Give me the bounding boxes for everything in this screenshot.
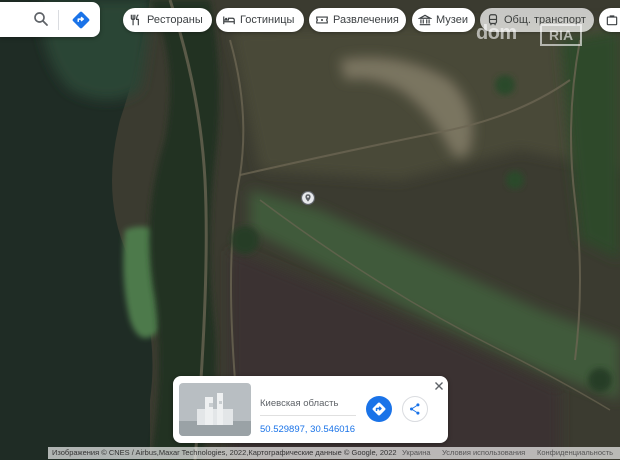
map-pin-icon[interactable]: [300, 190, 316, 206]
chip-museums[interactable]: Музеи: [412, 8, 475, 32]
watermark-ria: RIA: [540, 24, 582, 46]
restaurant-icon: [130, 14, 139, 26]
museum-icon: [418, 14, 432, 26]
chip-label: Музеи: [436, 14, 468, 26]
place-card: Киевская область 50.529897, 30.546016: [173, 376, 448, 443]
country-link[interactable]: Украина: [402, 448, 431, 457]
chip-restaurants[interactable]: Рестораны: [123, 8, 212, 32]
chip-entertainment[interactable]: Развлечения: [309, 8, 406, 32]
imagery-credit: Изображения © CNES / Airbus,Maxar Techno…: [52, 448, 397, 457]
share-button[interactable]: [402, 396, 428, 422]
attribution-bar: Изображения © CNES / Airbus,Maxar Techno…: [0, 446, 620, 460]
directions-button[interactable]: [366, 396, 392, 422]
ticket-icon: [316, 16, 328, 24]
close-icon[interactable]: [433, 380, 445, 392]
directions-icon: [372, 402, 386, 416]
place-coordinates[interactable]: 50.529897, 30.546016: [260, 424, 355, 435]
place-region: Киевская область: [260, 398, 339, 409]
place-thumbnail[interactable]: [179, 383, 251, 436]
watermark-logo: dom RIA: [476, 20, 586, 50]
card-divider: [260, 415, 356, 416]
terms-link[interactable]: Условия использования: [442, 448, 525, 457]
chip-more[interactable]: [599, 8, 620, 32]
bag-icon: [606, 15, 618, 26]
chip-hotels[interactable]: Гостиницы: [216, 8, 304, 32]
chip-label: Рестораны: [147, 14, 203, 26]
privacy-link[interactable]: Конфиденциальность: [537, 448, 613, 457]
hotel-icon: [223, 16, 235, 25]
watermark-dom: dom: [476, 22, 517, 44]
chip-label: Развлечения: [333, 14, 399, 26]
chip-label: Гостиницы: [240, 14, 295, 26]
share-icon: [409, 403, 420, 415]
